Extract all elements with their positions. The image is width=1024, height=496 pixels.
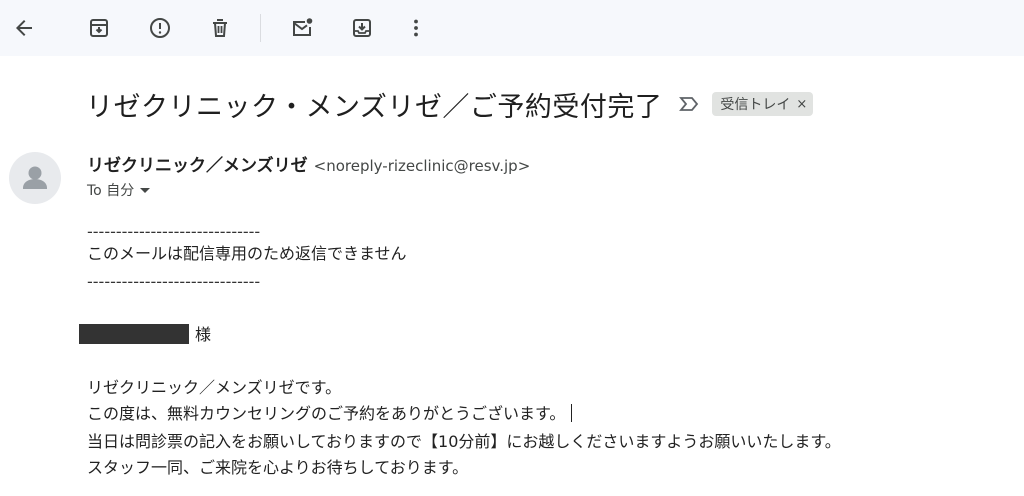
remove-label-icon[interactable]: × — [796, 97, 807, 112]
move-to-icon — [353, 19, 371, 37]
delete-button[interactable] — [202, 10, 238, 46]
sender-email: <noreply-rizeclinic@resv.jp> — [313, 157, 531, 175]
email-subject: リゼクリニック・メンズリゼ／ご予約受付完了 — [86, 91, 663, 123]
recipient-row: To 自分 — [87, 180, 151, 200]
text-cursor — [571, 404, 573, 422]
inbox-label-chip: 受信トレイ × — [712, 92, 814, 116]
body-line-2-wrap: この度は、無料カウンセリングのご予約をありがとうございます。 — [87, 404, 573, 424]
mark-unread-button[interactable] — [284, 10, 320, 46]
sender-row: リゼクリニック／メンズリゼ <noreply-rizeclinic@resv.j… — [87, 151, 531, 176]
body-dash-top: ------------------------------ — [87, 222, 261, 241]
archive-icon — [90, 19, 108, 37]
recipient-details-dropdown-icon[interactable] — [140, 187, 151, 193]
sender-name[interactable]: リゼクリニック／メンズリゼ — [87, 151, 308, 176]
body-dash-bottom: ------------------------------ — [87, 272, 261, 291]
more-vert-icon — [414, 19, 418, 37]
label-text: 受信トレイ — [720, 97, 791, 113]
report-spam-button[interactable] — [142, 10, 178, 46]
archive-button[interactable] — [81, 10, 117, 46]
move-to-button[interactable] — [344, 10, 380, 46]
more-options-button[interactable] — [398, 10, 434, 46]
body-line-4: スタッフ一同、ご来院を心よりお待ちしております。 — [87, 458, 469, 477]
report-spam-icon — [150, 18, 170, 38]
body-line-3: 当日は問診票の記入をお願いしておりますので【10分前】にお越しくださいますようお… — [87, 432, 841, 451]
subject-row: リゼクリニック・メンズリゼ／ご予約受付完了 受信トレイ × — [86, 80, 814, 128]
body-line-1: リゼクリニック／メンズリゼです。 — [87, 378, 342, 397]
person-icon — [23, 166, 47, 189]
toolbar-separator — [260, 14, 261, 42]
redacted-name — [79, 324, 189, 344]
body-line-2: この度は、無料カウンセリングのご予約をありがとうございます。 — [87, 404, 566, 423]
message-toolbar — [0, 0, 1024, 56]
recipient-text: To 自分 — [87, 183, 135, 199]
mark-unread-icon — [293, 18, 313, 36]
importance-marker-icon[interactable] — [678, 93, 700, 115]
back-button[interactable] — [6, 10, 42, 46]
body-notice: このメールは配信専用のため返信できません — [87, 244, 407, 263]
body-salutation: 様 — [195, 325, 212, 344]
back-arrow-icon — [16, 20, 32, 36]
avatar — [9, 152, 61, 204]
delete-icon — [213, 19, 227, 37]
